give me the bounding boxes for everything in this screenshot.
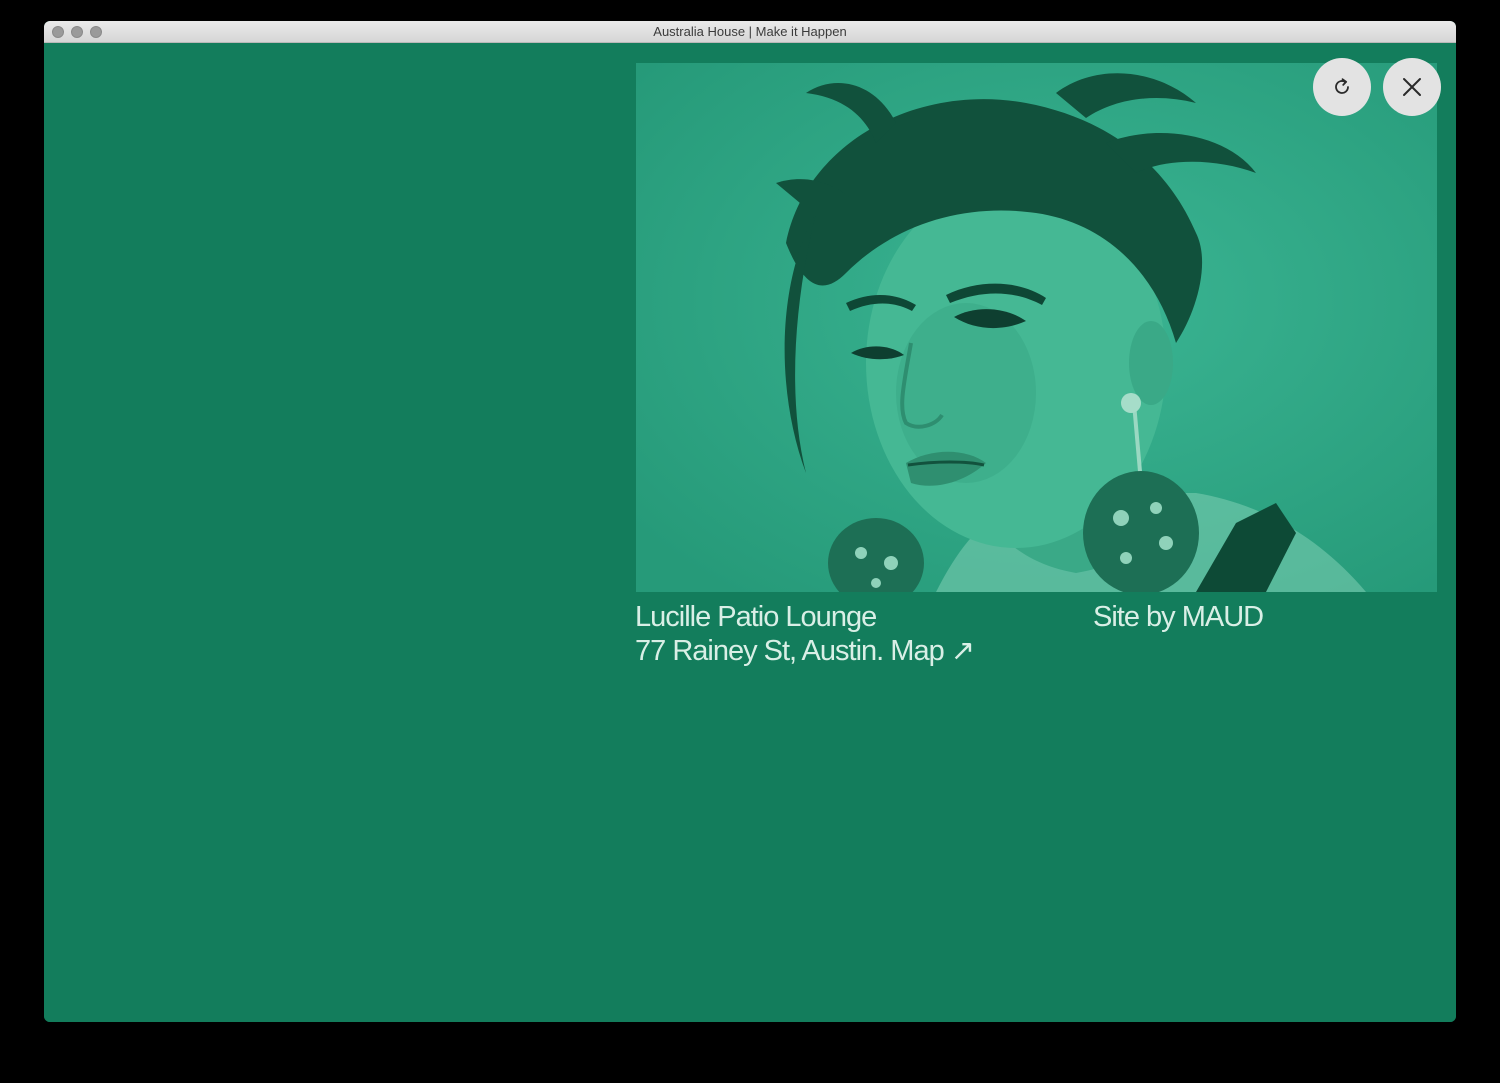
venue-name: Lucille Patio Lounge xyxy=(635,601,877,633)
portrait-photo xyxy=(636,63,1437,592)
arrow-up-right-icon: ↗ xyxy=(950,635,975,667)
close-button[interactable] xyxy=(1383,58,1441,116)
browser-window: Australia House | Make it Happen Lucille… xyxy=(44,21,1456,1022)
close-icon xyxy=(1403,78,1421,96)
reload-button[interactable] xyxy=(1313,58,1371,116)
page-content: Lucille Patio Lounge 77 Rainey St, Austi… xyxy=(44,43,1456,1022)
site-credit-link[interactable]: Site by MAUD xyxy=(1093,600,1264,634)
window-title: Australia House | Make it Happen xyxy=(653,24,847,39)
title-bar: Australia House | Make it Happen xyxy=(44,21,1456,43)
venue-address: 77 Rainey St, Austin. Map ↗ xyxy=(635,634,975,668)
reload-icon xyxy=(1335,78,1349,94)
map-link-label: Map xyxy=(890,635,944,667)
map-link[interactable]: Map ↗ xyxy=(890,635,975,667)
address-text: 77 Rainey St, Austin. xyxy=(635,635,884,667)
